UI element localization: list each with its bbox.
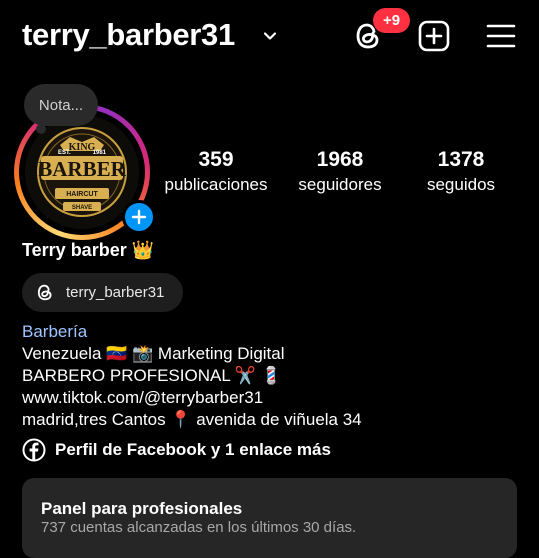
stat-following[interactable]: 1378 seguidos: [416, 148, 506, 196]
facebook-icon: [22, 438, 46, 462]
add-story-button[interactable]: [122, 200, 156, 234]
profile-header: terry_barber31 +9: [0, 0, 539, 76]
profile-links[interactable]: Perfil de Facebook y 1 enlace más: [22, 437, 331, 463]
note-bubble-tail: [36, 124, 46, 134]
display-name: Terry barber 👑: [22, 240, 155, 260]
threads-handle: terry_barber31: [66, 284, 165, 301]
logo-year: 1981: [93, 150, 107, 156]
bio-link[interactable]: www.tiktok.com/@terrybarber31: [22, 387, 263, 409]
stat-followers-value: 1968: [316, 148, 364, 171]
stat-posts-value: 359: [198, 148, 234, 171]
profile-category[interactable]: Barbería: [22, 321, 87, 343]
username-switcher[interactable]: terry_barber31: [22, 17, 235, 53]
threads-profile-button[interactable]: terry_barber31: [22, 273, 183, 312]
professional-dashboard[interactable]: Panel para profesionales 737 cuentas alc…: [22, 478, 517, 558]
logo-shave: SHAVE: [72, 205, 92, 211]
bio-line: BARBERO PROFESIONAL ✂️ 💈: [22, 366, 282, 385]
logo-haircut: HAIRCUT: [66, 191, 98, 198]
stat-followers-label: seguidores: [298, 175, 382, 194]
bio-line: Venezuela 🇻🇪 📸 Marketing Digital: [22, 344, 285, 363]
add-post-icon[interactable]: [418, 20, 450, 52]
notification-badge: +9: [373, 8, 410, 33]
chevron-down-icon[interactable]: [262, 28, 278, 44]
panel-title: Panel para profesionales: [41, 499, 243, 518]
stat-posts[interactable]: 359 publicaciones: [160, 148, 272, 196]
logo-king: KING: [69, 142, 96, 153]
bio-line: madrid,tres Cantos 📍 avenida de viñuela …: [22, 410, 362, 429]
links-label: Perfil de Facebook y 1 enlace más: [55, 440, 331, 459]
note-bubble[interactable]: Nota...: [24, 84, 98, 126]
panel-subtitle: 737 cuentas alcanzadas en los últimos 30…: [41, 519, 357, 536]
stat-followers[interactable]: 1968 seguidores: [290, 148, 390, 196]
stat-following-label: seguidos: [426, 175, 496, 194]
plus-icon: [131, 209, 147, 225]
menu-icon[interactable]: [486, 22, 516, 50]
stat-following-value: 1378: [437, 148, 485, 171]
stat-posts-label: publicaciones: [164, 175, 268, 194]
threads-icon: [37, 284, 52, 301]
logo-main: BARBER: [38, 157, 126, 181]
